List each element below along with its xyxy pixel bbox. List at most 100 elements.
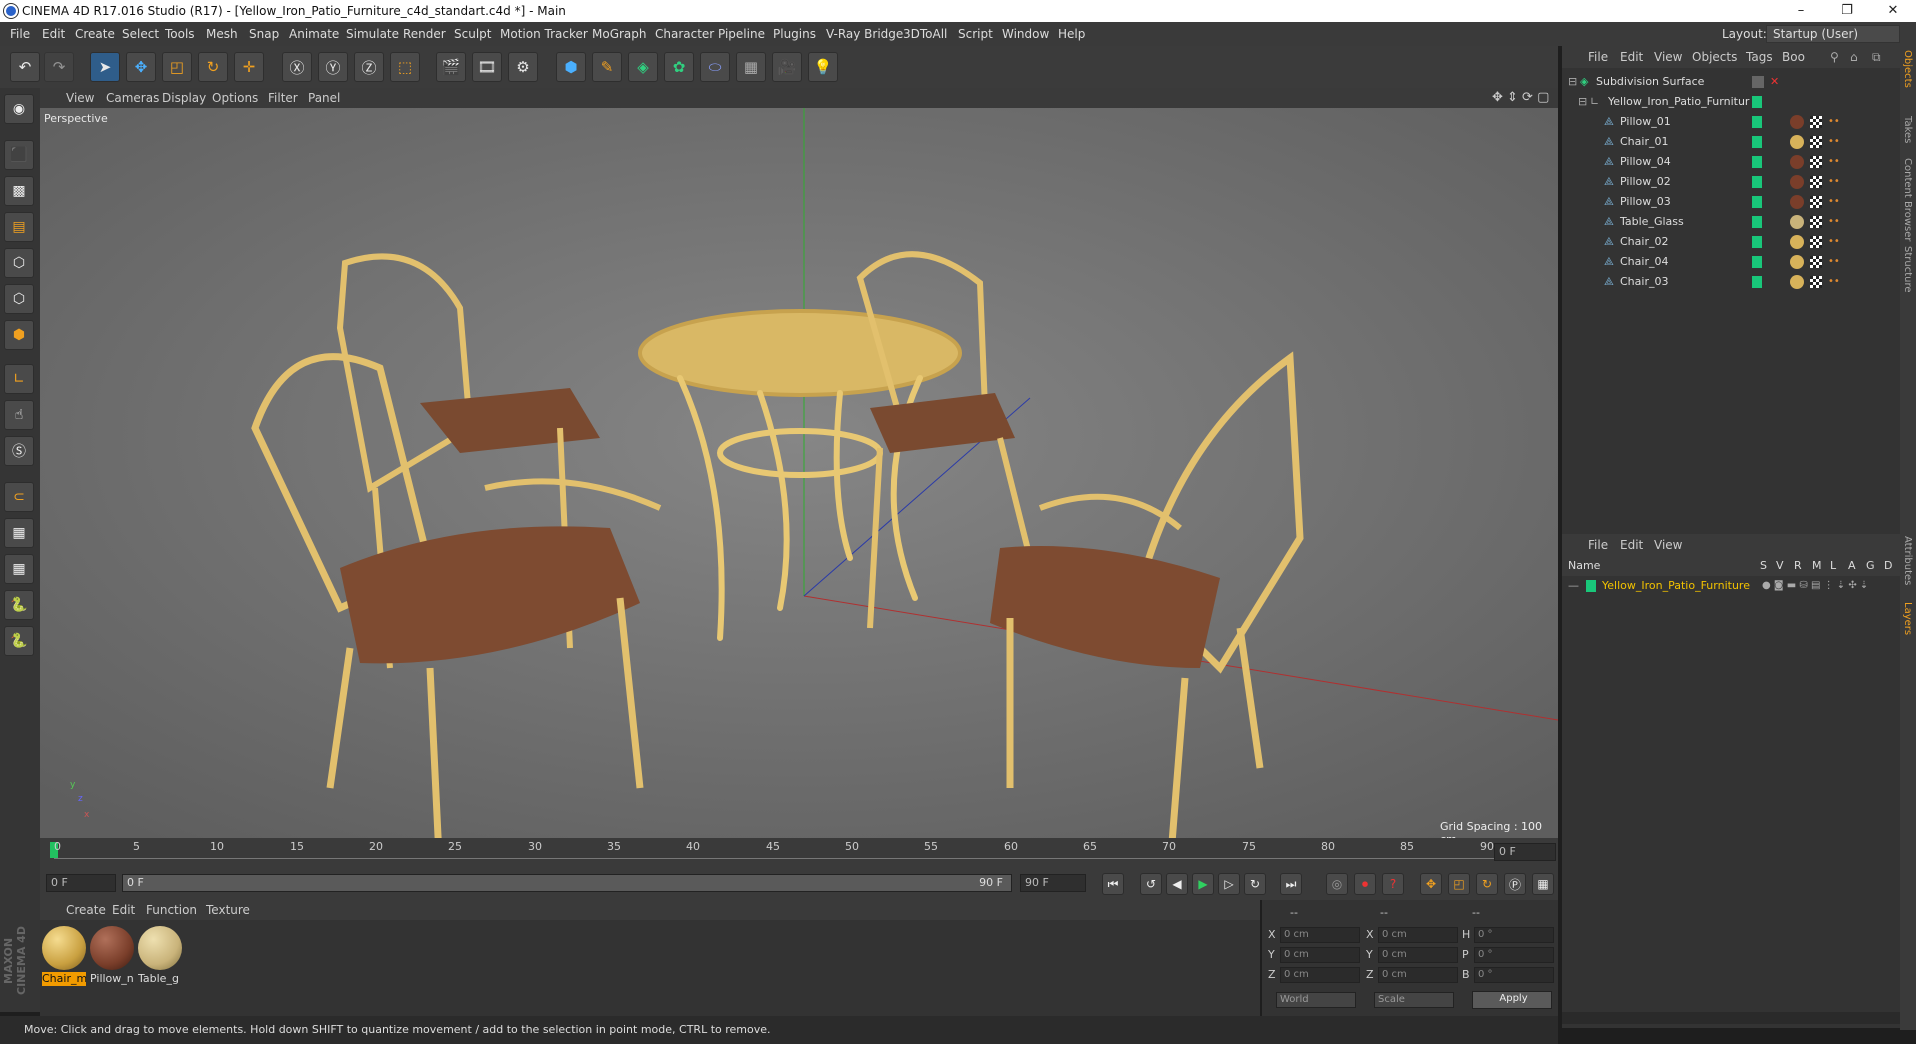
spline-pen-icon[interactable]: ✎: [592, 52, 622, 82]
menu-create[interactable]: Create: [75, 22, 115, 46]
material-menu-texture[interactable]: Texture: [206, 900, 250, 920]
side-tab-objects[interactable]: Objects: [1902, 50, 1913, 88]
python-script-2-icon[interactable]: 🐍: [4, 626, 34, 656]
rotation-b-field[interactable]: 0 °: [1474, 967, 1554, 983]
viewport-menu-cameras[interactable]: Cameras: [106, 88, 159, 108]
material-chair[interactable]: Chair_m: [42, 926, 86, 988]
material-menu-function[interactable]: Function: [146, 900, 197, 920]
coordinate-system-icon[interactable]: ⬚: [390, 52, 420, 82]
camera-icon[interactable]: 🎥: [772, 52, 802, 82]
subdivision-nurbs-icon[interactable]: ◈: [628, 52, 658, 82]
motion-record-icon[interactable]: ◎: [1326, 873, 1348, 895]
render-view-icon[interactable]: 🎬: [436, 52, 466, 82]
workplane-mode-icon[interactable]: ▤: [4, 212, 34, 242]
menu-edit[interactable]: Edit: [42, 22, 65, 46]
object-row[interactable]: ⟁ Pillow_01 ••: [1562, 112, 1900, 132]
menu-select[interactable]: Select: [122, 22, 159, 46]
side-tab-structure[interactable]: Structure: [1902, 246, 1913, 293]
side-tab-layers[interactable]: Layers: [1902, 602, 1913, 635]
redo-icon[interactable]: ↷: [44, 52, 74, 82]
size-z-field[interactable]: 0 cm: [1378, 967, 1458, 983]
timeline-ruler[interactable]: 0 5 10 15 20 25 30 35 40 45 50 55 60 65 …: [40, 838, 1558, 866]
frame-range-slider[interactable]: 0 F 90 F: [122, 874, 1012, 892]
record-active-icon[interactable]: ⏺: [1354, 873, 1376, 895]
viewport-menu-panel[interactable]: Panel: [308, 88, 340, 108]
maximize-button[interactable]: ❐: [1824, 0, 1870, 22]
render-picture-viewer-icon[interactable]: 🎞: [472, 52, 502, 82]
size-y-field[interactable]: 0 cm: [1378, 947, 1458, 963]
light-bulb-icon[interactable]: 💡: [808, 52, 838, 82]
material-pillow[interactable]: Pillow_n: [90, 926, 134, 988]
menu-render[interactable]: Render: [403, 22, 446, 46]
object-row-subdivision-surface[interactable]: ⊟ ◈ Subdivision Surface ✕: [1562, 72, 1900, 92]
menu-3dtoall[interactable]: 3DToAll: [903, 22, 947, 46]
close-button[interactable]: ✕: [1870, 0, 1916, 22]
menu-file[interactable]: File: [10, 22, 30, 46]
magnet-icon[interactable]: ⊂: [4, 482, 34, 512]
make-editable-icon[interactable]: ◉: [4, 94, 34, 124]
menu-help[interactable]: Help: [1058, 22, 1085, 46]
key-scale-icon[interactable]: ◰: [1448, 873, 1470, 895]
next-key-icon[interactable]: ↻: [1244, 873, 1266, 895]
layers-menu-file[interactable]: File: [1588, 534, 1608, 556]
side-tab-takes[interactable]: Takes: [1902, 116, 1913, 143]
lock-workplane-icon[interactable]: ▦: [4, 518, 34, 548]
apply-button[interactable]: Apply: [1472, 991, 1552, 1009]
edges-mode-icon[interactable]: ⬡: [4, 284, 34, 314]
objects-menu-tags[interactable]: Tags: [1746, 46, 1773, 68]
object-row[interactable]: ⟁ Chair_03 ••: [1562, 272, 1900, 292]
menu-mograph[interactable]: MoGraph: [592, 22, 647, 46]
object-row[interactable]: ⟁ Pillow_02 ••: [1562, 172, 1900, 192]
y-axis-lock-icon[interactable]: Ⓨ: [318, 52, 348, 82]
object-row[interactable]: ⟁ Chair_04 ••: [1562, 252, 1900, 272]
scale-tool-icon[interactable]: ◰: [162, 52, 192, 82]
menu-window[interactable]: Window: [1002, 22, 1049, 46]
rotation-p-field[interactable]: 0 °: [1474, 947, 1554, 963]
key-position-icon[interactable]: ✥: [1420, 873, 1442, 895]
snap-icon[interactable]: Ⓢ: [4, 436, 34, 466]
scale-mode-dropdown[interactable]: Scale: [1374, 992, 1454, 1008]
menu-tools[interactable]: Tools: [165, 22, 195, 46]
key-parameter-icon[interactable]: Ⓟ: [1504, 873, 1526, 895]
viewport-menu-filter[interactable]: Filter: [268, 88, 298, 108]
array-mograph-icon[interactable]: ✿: [664, 52, 694, 82]
object-row[interactable]: ⟁ Chair_02 ••: [1562, 232, 1900, 252]
objects-menu-view[interactable]: View: [1654, 46, 1682, 68]
move-tool-icon[interactable]: ✥: [126, 52, 156, 82]
viewport-menu-display[interactable]: Display: [162, 88, 206, 108]
objects-menu-bookmarks[interactable]: Boo: [1782, 46, 1805, 68]
size-x-field[interactable]: 0 cm: [1378, 927, 1458, 943]
menu-script[interactable]: Script: [958, 22, 993, 46]
go-to-end-icon[interactable]: ⏭: [1280, 873, 1302, 895]
cube-primitive-icon[interactable]: ⬢: [556, 52, 586, 82]
search-icon[interactable]: ⚲: [1830, 46, 1839, 68]
start-frame-field[interactable]: 0 F: [46, 874, 116, 892]
layers-menu-view[interactable]: View: [1654, 534, 1682, 556]
points-mode-icon[interactable]: ⬡: [4, 248, 34, 278]
home-icon[interactable]: ⌂: [1850, 46, 1858, 68]
key-rotation-icon[interactable]: ↻: [1476, 873, 1498, 895]
key-pla-icon[interactable]: ▦: [1532, 873, 1554, 895]
object-row[interactable]: ⟁ Chair_01 ••: [1562, 132, 1900, 152]
viewport-navigation-icon[interactable]: ✥ ⇕ ⟳ ▢: [1492, 88, 1549, 108]
next-frame-icon[interactable]: ▷: [1218, 873, 1240, 895]
coordinate-space-dropdown[interactable]: World: [1276, 992, 1356, 1008]
go-to-start-icon[interactable]: ⏮: [1102, 873, 1124, 895]
material-menu-create[interactable]: Create: [66, 900, 106, 920]
object-row[interactable]: ⟁ Pillow_04 ••: [1562, 152, 1900, 172]
undo-icon[interactable]: ↶: [10, 52, 40, 82]
object-row[interactable]: ⟁ Table_Glass ••: [1562, 212, 1900, 232]
rotate-tool-icon[interactable]: ↻: [198, 52, 228, 82]
menu-motion-tracker[interactable]: Motion Tracker: [500, 22, 588, 46]
axis-mode-icon[interactable]: ∟: [4, 364, 34, 394]
objects-menu-objects[interactable]: Objects: [1692, 46, 1737, 68]
menu-animate[interactable]: Animate: [289, 22, 339, 46]
select-tool-icon[interactable]: ➤: [90, 52, 120, 82]
menu-mesh[interactable]: Mesh: [206, 22, 238, 46]
menu-simulate[interactable]: Simulate: [346, 22, 399, 46]
autokey-icon[interactable]: ?: [1382, 873, 1404, 895]
z-axis-lock-icon[interactable]: Ⓩ: [354, 52, 384, 82]
previous-frame-icon[interactable]: ◀: [1166, 873, 1188, 895]
rotation-h-field[interactable]: 0 °: [1474, 927, 1554, 943]
material-table[interactable]: Table_g: [138, 926, 182, 988]
